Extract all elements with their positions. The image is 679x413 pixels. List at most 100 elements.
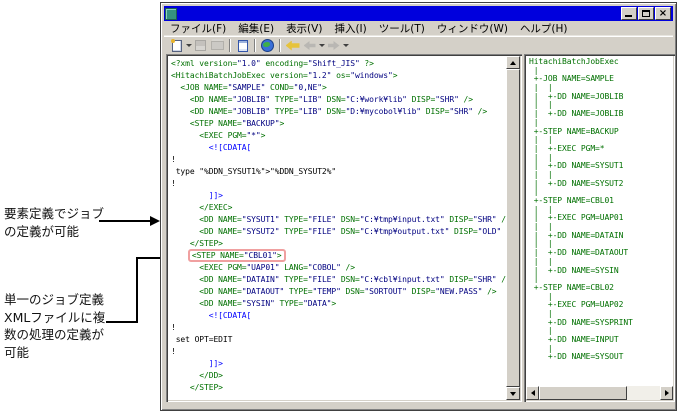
code-token: <DD NAME= bbox=[171, 299, 242, 308]
code-token: <HitachiBatchJobExec version= bbox=[171, 71, 308, 80]
vertical-scrollbar[interactable] bbox=[506, 56, 520, 400]
code-line: <EXEC PGM="*"> bbox=[171, 130, 506, 142]
code-token: > bbox=[261, 131, 266, 140]
code-token: DSN= bbox=[336, 215, 360, 224]
code-line: ! bbox=[171, 154, 506, 166]
horizontal-scrollbar-thumb[interactable] bbox=[539, 386, 627, 400]
code-token: "C:¥cbl¥input.txt" bbox=[360, 275, 445, 284]
menu-bar: ファイル(F)編集(E)表示(V)挿入(I)ツール(T)ウィンドウ(W)ヘルプ(… bbox=[164, 21, 673, 36]
source-view-button[interactable] bbox=[234, 38, 251, 54]
annotation-arrow-head bbox=[150, 216, 160, 226]
tree-panel-content[interactable]: HitachiBatchJobExec | +-JOB NAME=SAMPLE … bbox=[526, 56, 673, 386]
code-token: "CBL01" bbox=[244, 251, 277, 260]
code-token: <DD NAME= bbox=[171, 107, 232, 116]
code-token: DSN= bbox=[341, 287, 365, 296]
code-token: ?> bbox=[360, 59, 374, 68]
code-line: ! bbox=[171, 178, 506, 190]
code-token: <DD NAME= bbox=[171, 287, 242, 296]
horizontal-scrollbar[interactable] bbox=[526, 386, 673, 400]
code-token: > bbox=[322, 83, 327, 92]
code-token: /> bbox=[341, 263, 355, 272]
code-token: "JOBLIB" bbox=[232, 107, 270, 116]
new-file-button-dropdown[interactable] bbox=[185, 38, 192, 54]
code-token: > bbox=[277, 251, 282, 260]
annotation-connector-line bbox=[136, 257, 138, 323]
code-token: "Shift_JIS" bbox=[308, 59, 360, 68]
close-button[interactable] bbox=[655, 7, 671, 20]
scroll-up-button[interactable] bbox=[506, 56, 520, 69]
maximize-icon bbox=[642, 10, 650, 17]
code-token: <DD NAME= bbox=[171, 275, 242, 284]
globe-icon bbox=[261, 39, 274, 52]
menu-item-window[interactable]: ウィンドウ(W) bbox=[431, 21, 514, 36]
code-token: ]]> bbox=[171, 359, 223, 368]
menu-item-view[interactable]: 表示(V) bbox=[280, 21, 328, 36]
menu-item-insert[interactable]: 挿入(I) bbox=[328, 21, 372, 36]
left-arrow-icon bbox=[531, 390, 535, 396]
window-controls bbox=[621, 7, 671, 20]
scroll-left-button[interactable] bbox=[526, 386, 539, 400]
code-token: LANG= bbox=[279, 263, 307, 272]
tree-item[interactable]: | +-DD NAME=SYSIN bbox=[529, 267, 673, 276]
vertical-scrollbar-thumb[interactable] bbox=[506, 69, 520, 387]
annotation-element-definition: 要素定義でジョブ の定義が可能 bbox=[4, 205, 108, 240]
code-token: "SAMPLE" bbox=[228, 83, 266, 92]
code-line: type "%DDN_SYSUT1%">"%DDN_SYSUT2%" bbox=[171, 166, 506, 178]
code-line: </DD> bbox=[171, 370, 506, 382]
toolbar bbox=[164, 36, 673, 54]
code-line: <DD NAME="SYSUT1" TYPE="FILE" DSN="C:¥tm… bbox=[171, 214, 506, 226]
down-arrow-icon bbox=[510, 392, 516, 396]
code-token: > bbox=[279, 119, 284, 128]
code-token: "FILE" bbox=[308, 227, 336, 236]
minimize-icon bbox=[625, 15, 632, 17]
tree-item[interactable]: HitachiBatchJobExec bbox=[529, 58, 673, 67]
annotation-single-xml-file: 単一のジョブ定義 XMLファイルに複 数の処理の定義が 可能 bbox=[4, 291, 112, 361]
code-line: <![CDATA[ bbox=[171, 310, 506, 322]
code-token: <STEP NAME= bbox=[171, 119, 242, 128]
code-token: "LIB" bbox=[298, 95, 322, 104]
code-token: "0,NE" bbox=[294, 83, 322, 92]
xml-source-panel: <?xml version="1.0" encoding="Shift_JIS"… bbox=[166, 54, 522, 402]
code-token: "FILE" bbox=[308, 275, 336, 284]
code-token: DSN= bbox=[336, 275, 360, 284]
tree-item[interactable]: | +-DD NAME=JOBLIB bbox=[529, 110, 673, 119]
code-token: /> bbox=[473, 107, 487, 116]
toolbar-separator bbox=[229, 39, 231, 52]
title-bar[interactable] bbox=[164, 6, 673, 21]
code-token: os= bbox=[331, 71, 350, 80]
code-token: > bbox=[331, 299, 336, 308]
code-line: <DD NAME="JOBLIB" TYPE="LIB" DSN="C:¥wor… bbox=[171, 94, 506, 106]
menu-item-file[interactable]: ファイル(F) bbox=[164, 21, 232, 36]
code-token: "LIB" bbox=[298, 107, 322, 116]
code-token: "DATAOUT" bbox=[242, 287, 284, 296]
code-token: DISP= bbox=[445, 275, 473, 284]
navigate-up-button[interactable] bbox=[284, 38, 301, 54]
screenshot-canvas: 要素定義でジョブ の定義が可能 単一のジョブ定義 XMLファイルに複 数の処理の… bbox=[0, 0, 679, 413]
xml-editor[interactable]: <?xml version="1.0" encoding="Shift_JIS"… bbox=[168, 56, 506, 400]
code-token: TYPE= bbox=[275, 299, 303, 308]
menu-item-edit[interactable]: 編集(E) bbox=[232, 21, 280, 36]
code-token: "NEW.PASS" bbox=[435, 287, 482, 296]
close-icon bbox=[656, 8, 670, 19]
tree-item[interactable]: | +-DD NAME=SYSUT2 bbox=[529, 180, 673, 189]
code-line: </EXEC> bbox=[171, 202, 506, 214]
code-token: /> bbox=[497, 275, 506, 284]
new-file-button[interactable] bbox=[168, 38, 185, 54]
tree-item[interactable]: +-DD NAME=SYSOUT bbox=[529, 353, 673, 362]
code-token: "FILE" bbox=[308, 215, 336, 224]
code-token: </STEP> bbox=[171, 383, 223, 392]
code-token: <DD NAME= bbox=[171, 215, 242, 224]
code-token: "JOBLIB" bbox=[232, 95, 270, 104]
menu-item-tools[interactable]: ツール(T) bbox=[373, 21, 431, 36]
menu-item-help[interactable]: ヘルプ(H) bbox=[514, 21, 574, 36]
browser-preview-button[interactable] bbox=[259, 38, 276, 54]
structure-tree-panel: HitachiBatchJobExec | +-JOB NAME=SAMPLE … bbox=[524, 54, 675, 402]
code-token: "C:¥tmp¥input.txt" bbox=[360, 215, 445, 224]
minimize-button[interactable] bbox=[621, 7, 637, 20]
code-token: ! bbox=[171, 347, 176, 356]
code-token: "SYSIN" bbox=[242, 299, 275, 308]
scroll-down-button[interactable] bbox=[506, 387, 520, 400]
scroll-right-button[interactable] bbox=[660, 386, 673, 400]
code-token: ! bbox=[171, 155, 176, 164]
maximize-button[interactable] bbox=[638, 7, 654, 20]
